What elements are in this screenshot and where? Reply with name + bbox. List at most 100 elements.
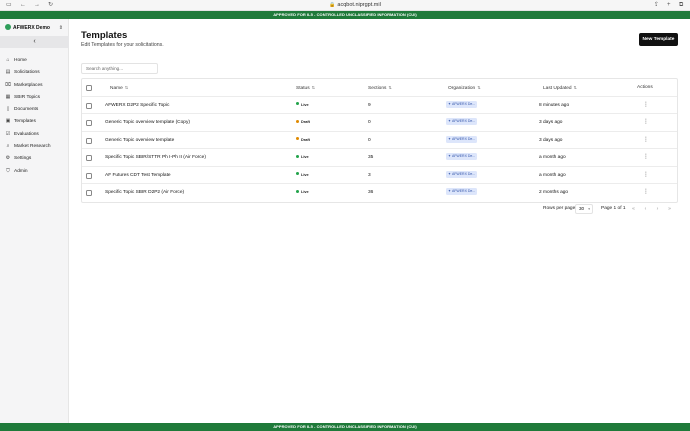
arrow-right-icon[interactable]: → [34, 2, 40, 9]
sort-icon: ⇅ [477, 85, 481, 90]
template-name[interactable]: Specific Topic SBIR/STTR Ph I-Ph II (Air… [105, 149, 206, 167]
last-page-button[interactable]: » [665, 204, 674, 214]
sidebar-item-home[interactable]: ⌂ Home [5, 54, 67, 66]
organization-icon: ✦ [448, 136, 451, 141]
sections-count: 35 [368, 155, 374, 160]
shield-icon: ⛉ [6, 167, 10, 174]
row-checkbox[interactable] [86, 190, 92, 196]
status-badge: Live [296, 167, 309, 185]
gear-icon: ⚙ [5, 155, 11, 162]
column-header-sections[interactable]: Sections ⇅ [368, 79, 392, 97]
last-updated: 3 days ago [539, 137, 563, 143]
table-row[interactable]: AF Futures CDT Test Template Live 3 ✦AFW… [82, 167, 677, 185]
new-template-button[interactable]: New Template [639, 33, 678, 46]
column-label: Sections [368, 86, 387, 91]
sidebar-item-label: Templates [14, 119, 36, 125]
grid-icon: ▦ [5, 93, 11, 100]
organization-cell: ✦AFWERX De... [446, 149, 478, 167]
sort-icon: ⇅ [124, 85, 129, 90]
first-page-button[interactable]: « [629, 204, 638, 214]
more-options-icon[interactable]: ⋮ [643, 114, 649, 132]
search-icon: ⌕ [6, 143, 10, 150]
column-header-organization[interactable]: Organization ⇅ [448, 79, 481, 97]
table-row[interactable]: AFWERX D2P2 Specific Topic Live 9 ✦AFWER… [82, 97, 677, 115]
template-name[interactable]: Generic Topic overview template (Copy) [105, 114, 190, 132]
organization-badge: ✦AFWERX De... [446, 153, 478, 161]
main-content: Templates Edit Templates for your solici… [69, 19, 690, 423]
row-checkbox[interactable] [86, 120, 92, 126]
template-name[interactable]: Specific Topic SBIR D2P2 (Air Force) [105, 184, 184, 202]
organization-badge: ✦AFWERX De... [446, 100, 478, 108]
column-header-last-updated[interactable]: Last Updated ⇅ [543, 79, 577, 97]
more-options-icon[interactable]: ⋮ [643, 132, 649, 150]
row-checkbox[interactable] [86, 137, 92, 144]
workspace-switcher[interactable]: AFWERX Demo ⇕ [5, 23, 65, 33]
sidebar-item-solicitations[interactable]: ▤ Solicitations [5, 66, 67, 78]
sidebar-icon[interactable]: ▭ [6, 2, 12, 9]
table-row[interactable]: Generic Topic overview template (Copy) D… [82, 114, 677, 132]
status-badge: Draft [296, 114, 310, 132]
share-icon[interactable]: ⇪ [654, 2, 659, 9]
sections-count: 0 [368, 137, 371, 143]
template-name[interactable]: AFWERX D2P2 Specific Topic [105, 97, 169, 115]
url-text: acqbot.niprgpt.mil [337, 2, 381, 8]
status-badge: Draft [296, 132, 310, 150]
more-options-icon[interactable]: ⋮ [643, 149, 649, 167]
sections-count: 0 [368, 120, 371, 125]
search-input[interactable]: Search anything... [81, 63, 158, 74]
store-icon: ⌧ [5, 81, 11, 88]
rows-per-page-select[interactable]: 30 ▾ [575, 204, 593, 214]
plus-icon[interactable]: + [667, 2, 671, 9]
template-name[interactable]: AF Futures CDT Test Template [105, 167, 171, 185]
sidebar-item-label: Solicitations [14, 70, 40, 76]
sidebar-item-marketplaces[interactable]: ⌧ Marketplaces [5, 79, 67, 91]
sidebar-item-templates[interactable]: ▣ Templates [5, 115, 67, 127]
sections-count: 3 [368, 172, 371, 178]
column-label: Status [296, 86, 310, 91]
row-checkbox[interactable] [86, 172, 92, 179]
organization-badge: ✦AFWERX De... [446, 135, 478, 143]
sidebar-item-market-research[interactable]: ⌕ Market Research [5, 140, 67, 152]
select-all-checkbox[interactable] [86, 85, 92, 91]
last-updated: a month ago [539, 155, 566, 160]
sort-icon: ⇅ [388, 85, 392, 90]
status-dot [296, 102, 299, 105]
column-header-actions: Actions [637, 85, 653, 90]
table-row[interactable]: Specific Topic SBIR/STTR Ph I-Ph II (Air… [82, 149, 677, 167]
column-header-name[interactable]: Name ⇅ [110, 79, 128, 97]
tabs-icon[interactable]: ⧉ [679, 2, 683, 9]
address-bar[interactable]: 🔒 acqbot.niprgpt.mil [300, 1, 410, 10]
organization-badge: ✦AFWERX De... [446, 170, 478, 178]
sidebar-item-admin[interactable]: ⛉ Admin [5, 165, 67, 177]
table-row[interactable]: Specific Topic SBIR D2P2 (Air Force) Liv… [82, 184, 677, 202]
lock-icon: 🔒 [329, 2, 336, 8]
status-badge: Live [296, 184, 309, 202]
sidebar-item-sbir-topics[interactable]: ▦ SBIR Topics [5, 91, 67, 103]
more-options-icon[interactable]: ⋮ [643, 97, 649, 115]
next-page-button[interactable]: › [653, 204, 662, 214]
reload-icon[interactable]: ↻ [48, 2, 53, 9]
more-options-icon[interactable]: ⋮ [643, 184, 649, 202]
sidebar-item-documents[interactable]: ▯ Documents [5, 103, 67, 115]
collapse-sidebar-button[interactable]: ‹ [0, 36, 69, 48]
column-label: Last Updated [543, 86, 572, 91]
column-header-status[interactable]: Status ⇅ [296, 79, 315, 97]
arrow-left-icon[interactable]: ← [20, 2, 26, 9]
sidebar-item-evaluations[interactable]: ☑ Evaluations [5, 128, 67, 140]
prev-page-button[interactable]: ‹ [641, 204, 650, 214]
sidebar-item-settings[interactable]: ⚙ Settings [5, 152, 67, 164]
more-options-icon[interactable]: ⋮ [643, 167, 649, 185]
sidebar-item-label: Market Research [14, 144, 51, 150]
template-name[interactable]: Generic Topic overview template [105, 132, 174, 150]
table-row[interactable]: Generic Topic overview template Draft 0 … [82, 132, 677, 150]
column-label: Name [110, 86, 123, 91]
organization-cell: ✦AFWERX De... [446, 114, 478, 132]
sections-count: 36 [368, 190, 374, 195]
row-checkbox[interactable] [86, 155, 92, 161]
classification-banner-bottom: APPROVED FOR IL5 - CONTROLLED UNCLASSIFI… [0, 423, 690, 431]
sections-count: 9 [368, 102, 371, 108]
chevron-right-icon: › [656, 206, 659, 212]
row-checkbox[interactable] [86, 102, 92, 109]
table-header: Name ⇅ Status ⇅ Sections ⇅ Organization ⇅ La… [82, 79, 677, 97]
last-updated: 3 days ago [539, 120, 563, 125]
